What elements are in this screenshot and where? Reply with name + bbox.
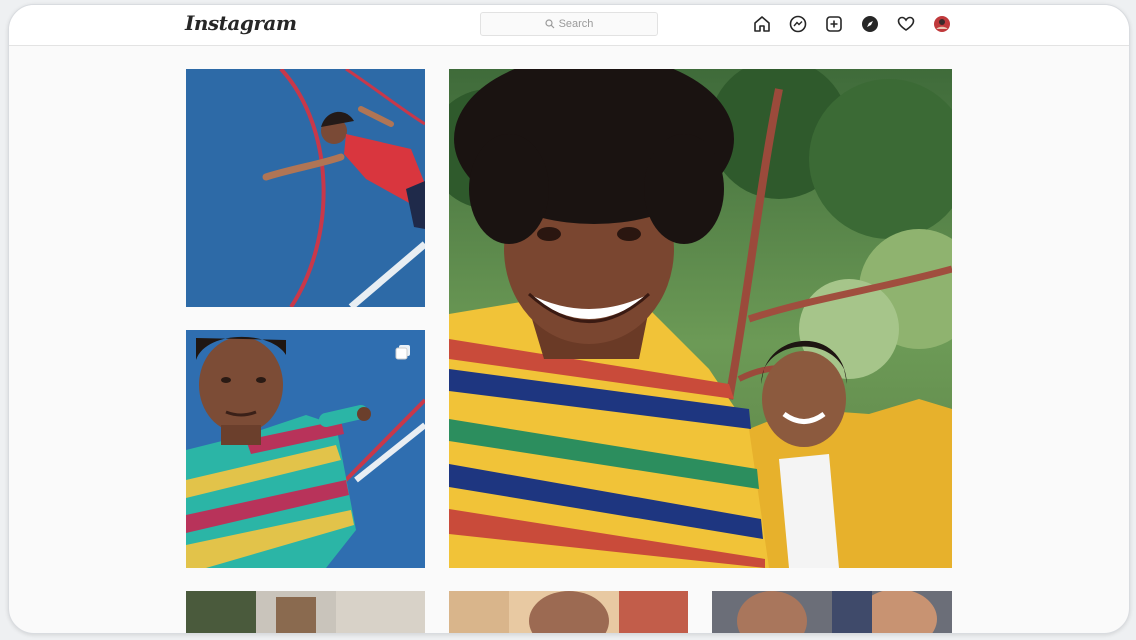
post-bottom-1[interactable]	[186, 591, 425, 633]
search-icon	[544, 19, 555, 29]
nav-icons	[751, 13, 953, 35]
search-placeholder: Search	[558, 18, 594, 30]
top-navigation-bar: Instagram Search	[9, 5, 1129, 46]
post-striped-shirt-portrait[interactable]	[186, 330, 425, 568]
new-post-icon[interactable]	[823, 13, 845, 35]
carousel-icon	[395, 344, 411, 360]
messenger-icon[interactable]	[787, 13, 809, 35]
post-lying-court[interactable]	[186, 69, 425, 307]
profile-avatar[interactable]	[931, 13, 953, 35]
post-bottom-3[interactable]	[712, 591, 952, 633]
browser-frame: Instagram Search	[8, 4, 1130, 634]
post-bottom-2[interactable]	[449, 591, 688, 633]
heart-icon[interactable]	[895, 13, 917, 35]
explore-icon[interactable]	[859, 13, 881, 35]
search-input[interactable]: Search	[480, 12, 658, 36]
post-selfie-two-friends[interactable]	[449, 69, 952, 568]
instagram-logo[interactable]: Instagram	[185, 11, 297, 35]
home-icon[interactable]	[751, 13, 773, 35]
